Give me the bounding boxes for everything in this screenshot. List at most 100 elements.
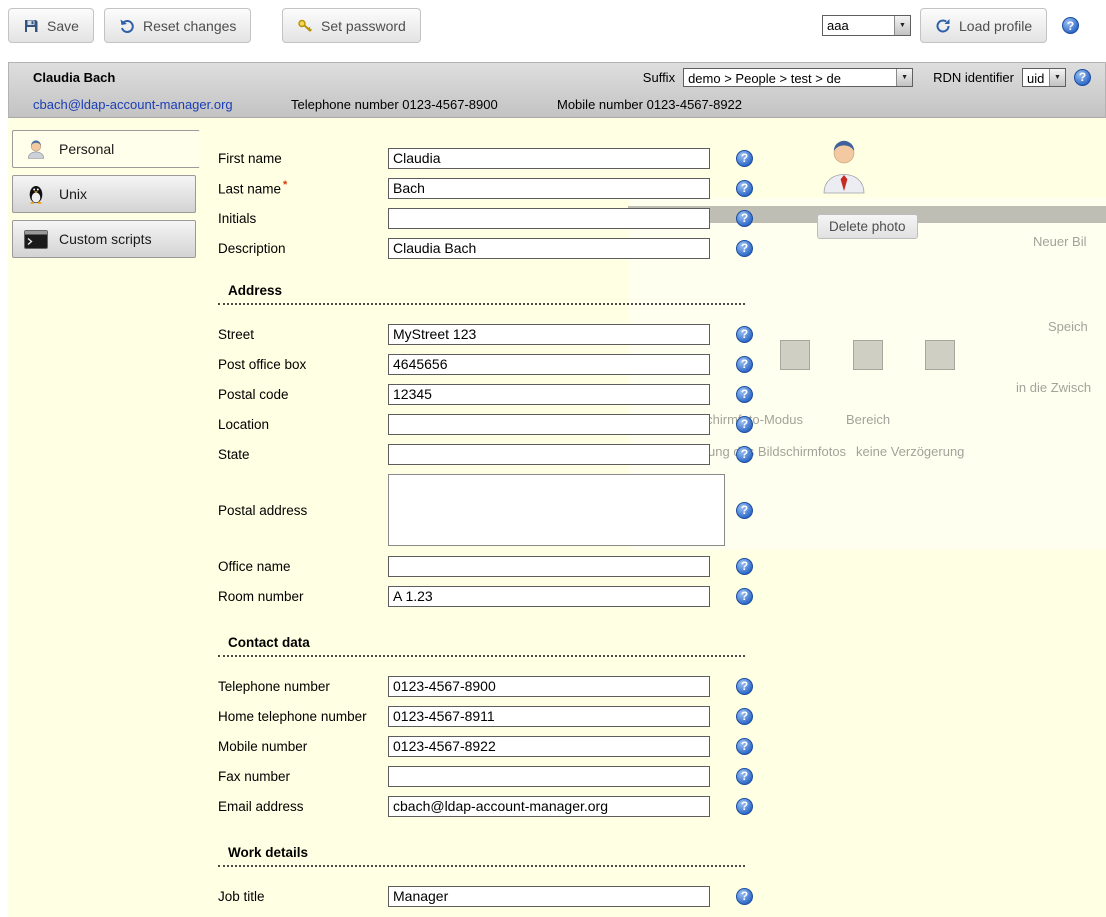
set-password-button[interactable]: Set password [282, 8, 421, 43]
email-link[interactable]: cbach@ldap-account-manager.org [33, 97, 233, 112]
tab-custom-scripts-label: Custom scripts [59, 231, 152, 247]
undo-arrow-icon [119, 18, 135, 34]
postal-address-textarea[interactable] [388, 474, 725, 546]
help-icon[interactable]: ? [736, 708, 753, 725]
save-icon [23, 18, 39, 34]
reset-changes-button[interactable]: Reset changes [104, 8, 251, 43]
help-icon[interactable]: ? [736, 210, 753, 227]
room-number-input[interactable] [388, 586, 710, 607]
street-input[interactable] [388, 324, 710, 345]
field-label: Telephone number [218, 679, 388, 694]
mobile-number-input[interactable] [388, 736, 710, 757]
ghost-text: in die Zwisch [1016, 380, 1091, 395]
form-row: Office name ? [218, 551, 778, 581]
ghost-text: Speich [1048, 319, 1088, 334]
tab-personal[interactable]: Personal [12, 130, 200, 168]
help-icon[interactable]: ? [736, 798, 753, 815]
toolbar-help-icon[interactable]: ? [1062, 17, 1079, 34]
person-icon [23, 138, 49, 160]
chevron-down-icon: ▼ [1049, 69, 1065, 86]
help-icon[interactable]: ? [736, 150, 753, 167]
form-row: Postal address ? [218, 469, 778, 551]
profile-select[interactable]: aaa ▼ [822, 15, 911, 36]
help-icon[interactable]: ? [736, 416, 753, 433]
user-photo [820, 136, 868, 199]
tab-unix-label: Unix [59, 186, 87, 202]
field-label: Last name* [218, 179, 388, 197]
field-label: Location [218, 417, 388, 432]
suffix-select[interactable]: demo > People > test > de ▼ [683, 68, 913, 87]
field-label: Post office box [218, 357, 388, 372]
help-icon[interactable]: ? [736, 558, 753, 575]
refresh-icon [935, 18, 951, 34]
profile-select-value: aaa [823, 16, 894, 35]
ghost-text: Neuer Bil [1033, 234, 1086, 249]
field-label: Room number [218, 589, 388, 604]
form-row: Description ? [218, 233, 778, 263]
field-label: Office name [218, 559, 388, 574]
load-profile-button[interactable]: Load profile [920, 8, 1047, 43]
post-office-box-input[interactable] [388, 354, 710, 375]
form-row: Room number ? [218, 581, 778, 611]
email-address-input[interactable] [388, 796, 710, 817]
delete-photo-button[interactable]: Delete photo [817, 214, 918, 239]
account-panel: Claudia Bach Suffix demo > People > test… [8, 62, 1106, 917]
save-button[interactable]: Save [8, 8, 94, 43]
form-row: Postal code ? [218, 379, 778, 409]
form-row: Home telephone number ? [218, 701, 778, 731]
state-input[interactable] [388, 444, 710, 465]
load-profile-label: Load profile [959, 18, 1032, 34]
first-name-input[interactable] [388, 148, 710, 169]
chevron-down-icon: ▼ [896, 69, 912, 86]
tab-custom-scripts[interactable]: Custom scripts [12, 220, 196, 258]
description-input[interactable] [388, 238, 710, 259]
form-row: Last name* ? [218, 173, 778, 203]
account-body: Neuer Bil Speich in die Zwisch Bildschir… [8, 118, 1106, 917]
header-help-icon[interactable]: ? [1074, 69, 1091, 86]
home-telephone-number-input[interactable] [388, 706, 710, 727]
office-name-input[interactable] [388, 556, 710, 577]
field-label: State [218, 447, 388, 462]
help-icon[interactable]: ? [736, 240, 753, 257]
help-icon[interactable]: ? [736, 446, 753, 463]
help-icon[interactable]: ? [736, 502, 753, 519]
rdn-select[interactable]: uid ▼ [1022, 68, 1066, 87]
help-icon[interactable]: ? [736, 678, 753, 695]
postal-code-input[interactable] [388, 384, 710, 405]
field-label: Home telephone number [218, 709, 388, 724]
rdn-select-value: uid [1023, 69, 1049, 86]
form-row: Mobile number ? [218, 731, 778, 761]
form-row: Post office box ? [218, 349, 778, 379]
field-label: Fax number [218, 769, 388, 784]
help-icon[interactable]: ? [736, 386, 753, 403]
help-icon[interactable]: ? [736, 738, 753, 755]
section-header-address: Address [218, 279, 745, 305]
form-row: Street ? [218, 319, 778, 349]
tab-unix[interactable]: Unix [12, 175, 196, 213]
location-input[interactable] [388, 414, 710, 435]
toolbar: Save Reset changes Set password aaa ▼ Lo… [0, 0, 1106, 52]
help-icon[interactable]: ? [736, 356, 753, 373]
save-label: Save [47, 18, 79, 34]
help-icon[interactable]: ? [736, 888, 753, 905]
help-icon[interactable]: ? [736, 588, 753, 605]
job-title-input[interactable] [388, 886, 710, 907]
telephone-number-input[interactable] [388, 676, 710, 697]
form-row: Location ? [218, 409, 778, 439]
initials-input[interactable] [388, 208, 710, 229]
suffix-label: Suffix [643, 70, 675, 85]
ghost-thumbnail [853, 340, 883, 370]
ghost-thumbnail [780, 340, 810, 370]
form-row: Initials ? [218, 203, 778, 233]
field-label: Job title [218, 889, 388, 904]
field-label: Street [218, 327, 388, 342]
fax-number-input[interactable] [388, 766, 710, 787]
reset-changes-label: Reset changes [143, 18, 236, 34]
key-icon [297, 18, 313, 34]
form-row: Telephone number ? [218, 671, 778, 701]
help-icon[interactable]: ? [736, 768, 753, 785]
help-icon[interactable]: ? [736, 326, 753, 343]
section-header-contact-data: Contact data [218, 631, 745, 657]
last-name-input[interactable] [388, 178, 710, 199]
help-icon[interactable]: ? [736, 180, 753, 197]
